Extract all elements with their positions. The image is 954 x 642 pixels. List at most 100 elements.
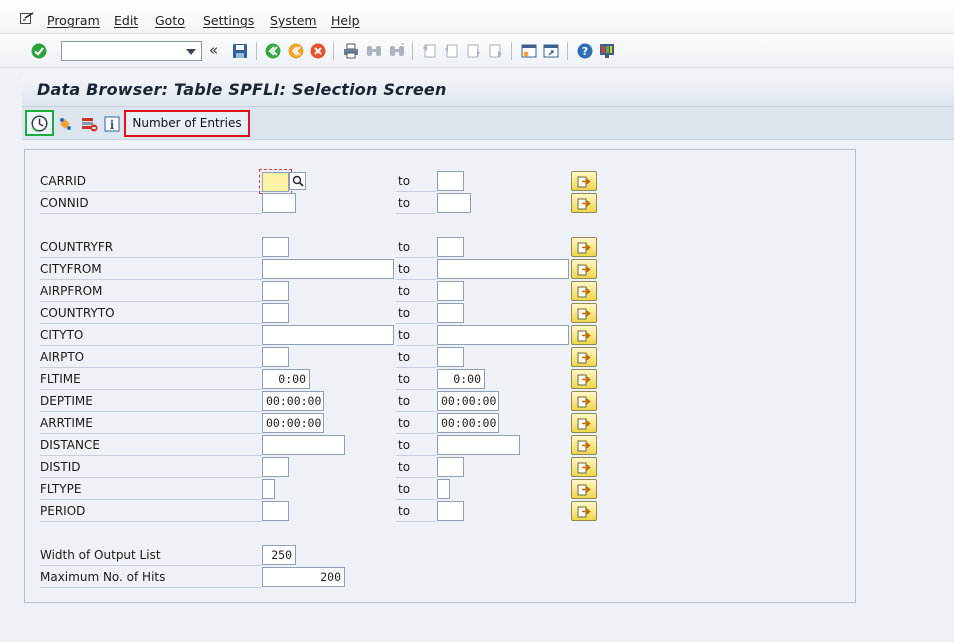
- first-page-icon[interactable]: [421, 43, 437, 59]
- back-arrows-icon[interactable]: «: [209, 43, 225, 59]
- period-high-input[interactable]: [437, 501, 464, 521]
- multiple-selection-button[interactable]: [571, 259, 597, 279]
- chevron-down-icon[interactable]: [186, 49, 196, 55]
- arrtime-low-input[interactable]: 00:00:00: [262, 413, 324, 433]
- multiple-selection-icon: [577, 352, 591, 364]
- field-label: COUNTRYFR: [40, 237, 262, 258]
- multiple-selection-icon: [577, 198, 591, 210]
- to-label: to: [396, 303, 436, 324]
- airpto-low-input[interactable]: [262, 347, 289, 367]
- multiple-selection-button[interactable]: [571, 193, 597, 213]
- countryto-high-input[interactable]: [437, 303, 464, 323]
- arrtime-high-input[interactable]: 00:00:00: [437, 413, 499, 433]
- countryfr-high-input[interactable]: [437, 237, 464, 257]
- multiple-selection-button[interactable]: [571, 171, 597, 191]
- airpfrom-high-input[interactable]: [437, 281, 464, 301]
- to-label: to: [396, 369, 436, 390]
- shortcut-icon[interactable]: [543, 43, 559, 59]
- enter-icon[interactable]: [31, 43, 47, 59]
- title-bar: Data Browser: Table SPFLI: Selection Scr…: [22, 76, 954, 106]
- create-session-icon[interactable]: [521, 43, 537, 59]
- maximum-no-of-hits-input[interactable]: 200: [262, 567, 345, 587]
- last-page-icon[interactable]: [488, 43, 504, 59]
- find-next-icon[interactable]: [389, 43, 405, 59]
- cityto-high-input[interactable]: [437, 325, 569, 345]
- delete-selection-icon[interactable]: [80, 115, 98, 133]
- to-label: to: [396, 237, 436, 258]
- field-label: CITYFROM: [40, 259, 262, 280]
- multiple-selection-icon: [577, 484, 591, 496]
- help-icon[interactable]: ?: [577, 43, 593, 59]
- countryfr-low-input[interactable]: [262, 237, 289, 257]
- multiple-selection-button[interactable]: [571, 501, 597, 521]
- multiple-selection-button[interactable]: [571, 347, 597, 367]
- menu-help[interactable]: Help: [331, 13, 360, 28]
- airpfrom-low-input[interactable]: [262, 281, 289, 301]
- cityfrom-low-input[interactable]: [262, 259, 394, 279]
- multiple-selection-button[interactable]: [571, 237, 597, 257]
- fltype-low-input[interactable]: [262, 479, 275, 499]
- get-variant-icon[interactable]: [56, 115, 74, 133]
- fltime-high-input[interactable]: 0:00: [437, 369, 485, 389]
- multiple-selection-button[interactable]: [571, 457, 597, 477]
- countryto-low-input[interactable]: [262, 303, 289, 323]
- previous-page-icon[interactable]: [443, 43, 459, 59]
- execute-button[interactable]: [25, 110, 54, 136]
- distance-high-input[interactable]: [437, 435, 520, 455]
- to-label: to: [396, 259, 436, 280]
- multiple-selection-button[interactable]: [571, 435, 597, 455]
- airpto-high-input[interactable]: [437, 347, 464, 367]
- carrid-high-input[interactable]: [437, 171, 464, 191]
- multiple-selection-button[interactable]: [571, 303, 597, 323]
- back-icon[interactable]: [265, 43, 281, 59]
- fltype-high-input[interactable]: [437, 479, 450, 499]
- value-help-button[interactable]: [289, 172, 306, 190]
- menu-goto[interactable]: Goto: [155, 13, 185, 28]
- fltime-low-input[interactable]: 0:00: [262, 369, 310, 389]
- distid-low-input[interactable]: [262, 457, 289, 477]
- standard-toolbar: « ?: [0, 34, 954, 68]
- multiple-selection-button[interactable]: [571, 369, 597, 389]
- toolbar-separator: [567, 42, 568, 60]
- multiple-selection-button[interactable]: [571, 391, 597, 411]
- multiple-selection-button[interactable]: [571, 281, 597, 301]
- connid-high-input[interactable]: [437, 193, 471, 213]
- to-label: to: [396, 391, 436, 412]
- find-icon[interactable]: [366, 43, 382, 59]
- field-label: CARRID: [40, 171, 262, 192]
- menu-settings[interactable]: Settings: [203, 13, 254, 28]
- connid-low-input[interactable]: [262, 193, 296, 213]
- to-label: to: [396, 193, 436, 214]
- number-of-entries-button[interactable]: Number of Entries: [124, 110, 250, 137]
- distid-high-input[interactable]: [437, 457, 464, 477]
- menu-edit[interactable]: Edit: [114, 13, 138, 28]
- distance-low-input[interactable]: [262, 435, 345, 455]
- width-of-output-list-input[interactable]: 250: [262, 545, 296, 565]
- to-label: to: [396, 413, 436, 434]
- field-label: DISTANCE: [40, 435, 262, 456]
- print-icon[interactable]: [343, 43, 359, 59]
- multiple-selection-button[interactable]: [571, 413, 597, 433]
- period-low-input[interactable]: [262, 501, 289, 521]
- toolbar-separator: [511, 42, 512, 60]
- layout-icon[interactable]: [599, 43, 615, 59]
- menu-program[interactable]: Program: [47, 13, 100, 28]
- field-label: CONNID: [40, 193, 262, 214]
- deptime-high-input[interactable]: 00:00:00: [437, 391, 499, 411]
- command-field[interactable]: [61, 41, 202, 61]
- menu-icon[interactable]: [20, 12, 34, 25]
- info-icon[interactable]: i: [103, 115, 121, 133]
- cancel-icon[interactable]: [310, 43, 326, 59]
- cityto-low-input[interactable]: [262, 325, 394, 345]
- multiple-selection-button[interactable]: [571, 325, 597, 345]
- multiple-selection-icon: [577, 462, 591, 474]
- exit-icon[interactable]: [288, 43, 304, 59]
- cityfrom-high-input[interactable]: [437, 259, 569, 279]
- deptime-low-input[interactable]: 00:00:00: [262, 391, 324, 411]
- menu-system[interactable]: System: [270, 13, 317, 28]
- next-page-icon[interactable]: [466, 43, 482, 59]
- width-of-output-list-label: Width of Output List: [40, 545, 262, 566]
- carrid-low-input[interactable]: [262, 172, 289, 192]
- save-icon[interactable]: [232, 43, 248, 59]
- multiple-selection-button[interactable]: [571, 479, 597, 499]
